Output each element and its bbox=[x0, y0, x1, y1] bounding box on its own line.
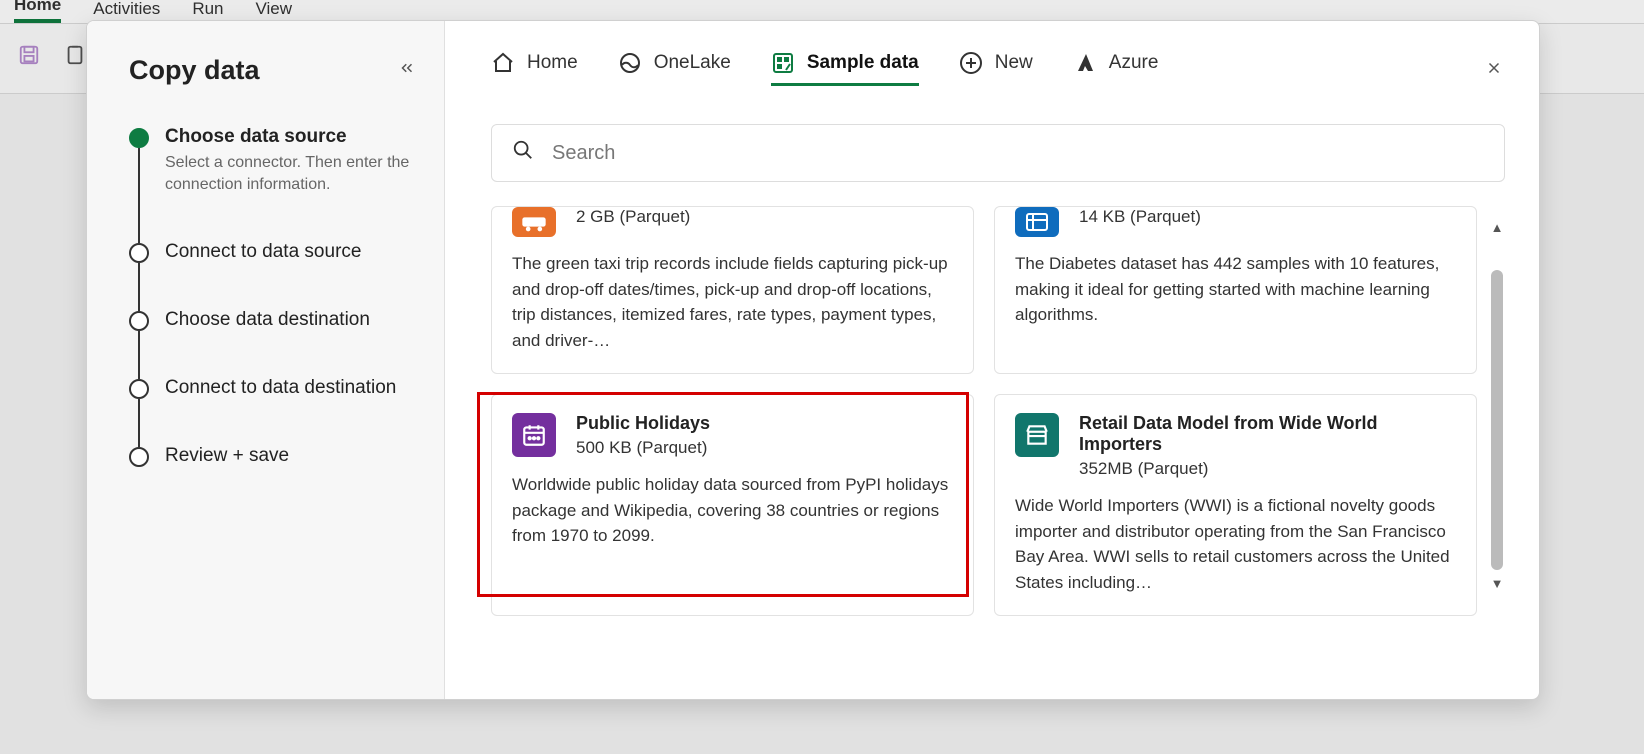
modal-title: Copy data bbox=[129, 55, 260, 86]
search-input[interactable] bbox=[552, 142, 1484, 165]
card-description: Wide World Importers (WWI) is a fictiona… bbox=[1015, 493, 1456, 595]
scrollbar-thumb[interactable] bbox=[1491, 270, 1503, 570]
step-title: Connect to data destination bbox=[165, 377, 396, 399]
card-size: 500 KB (Parquet) bbox=[576, 438, 710, 458]
source-tabs: Home OneLake Sample data New bbox=[491, 51, 1505, 98]
card-scroll-area: 2 GB (Parquet) The green taxi trip recor… bbox=[491, 206, 1505, 699]
main-panel: Home OneLake Sample data New bbox=[445, 21, 1539, 699]
store-icon bbox=[1015, 413, 1059, 457]
step-title: Choose data destination bbox=[165, 309, 370, 331]
step-title: Connect to data source bbox=[165, 241, 361, 263]
step-connect-data-source[interactable]: Connect to data source bbox=[129, 241, 416, 309]
step-connect-data-destination[interactable]: Connect to data destination bbox=[129, 377, 416, 445]
scroll-down-arrow[interactable]: ▼ bbox=[1489, 576, 1505, 591]
tab-label: Home bbox=[527, 52, 578, 74]
step-marker-icon bbox=[129, 447, 149, 467]
tab-label: OneLake bbox=[654, 52, 731, 74]
tab-sample-data[interactable]: Sample data bbox=[771, 51, 919, 83]
card-description: The green taxi trip records include fiel… bbox=[512, 251, 953, 353]
wizard-steps: Choose data source Select a connector. T… bbox=[129, 126, 416, 467]
search-box[interactable] bbox=[491, 124, 1505, 182]
close-button[interactable] bbox=[1485, 59, 1503, 83]
step-choose-data-destination[interactable]: Choose data destination bbox=[129, 309, 416, 377]
card-title: Retail Data Model from Wide World Import… bbox=[1079, 413, 1456, 455]
card-size: 14 KB (Parquet) bbox=[1079, 207, 1201, 227]
step-marker-icon bbox=[129, 311, 149, 331]
home-icon bbox=[491, 51, 515, 75]
tab-label: Azure bbox=[1109, 52, 1159, 74]
step-marker-icon bbox=[129, 128, 149, 148]
sample-card-retail-wwi[interactable]: Retail Data Model from Wide World Import… bbox=[994, 394, 1477, 616]
tab-onelake[interactable]: OneLake bbox=[618, 51, 731, 83]
tab-label: Sample data bbox=[807, 52, 919, 74]
step-choose-data-source[interactable]: Choose data source Select a connector. T… bbox=[129, 126, 416, 241]
search-icon bbox=[512, 139, 534, 167]
step-desc: Select a connector. Then enter the conne… bbox=[165, 152, 416, 195]
step-title: Choose data source bbox=[165, 126, 416, 148]
scroll-up-arrow[interactable]: ▲ bbox=[1489, 220, 1505, 235]
calendar-icon bbox=[512, 413, 556, 457]
tab-home[interactable]: Home bbox=[491, 51, 578, 83]
step-marker-icon bbox=[129, 379, 149, 399]
collapse-sidebar-button[interactable] bbox=[398, 59, 416, 82]
dataset-icon bbox=[512, 207, 556, 237]
sample-card-green-taxi[interactable]: 2 GB (Parquet) The green taxi trip recor… bbox=[491, 206, 974, 374]
tab-label: New bbox=[995, 52, 1033, 74]
step-review-save[interactable]: Review + save bbox=[129, 445, 416, 467]
azure-icon bbox=[1073, 51, 1097, 75]
new-icon bbox=[959, 51, 983, 75]
tab-new[interactable]: New bbox=[959, 51, 1033, 83]
dataset-icon bbox=[1015, 207, 1059, 237]
sample-card-public-holidays[interactable]: Public Holidays 500 KB (Parquet) Worldwi… bbox=[491, 394, 974, 616]
step-marker-icon bbox=[129, 243, 149, 263]
step-title: Review + save bbox=[165, 445, 289, 467]
copy-data-modal: Copy data Choose data source Select a co… bbox=[86, 20, 1540, 700]
card-description: Worldwide public holiday data sourced fr… bbox=[512, 472, 953, 549]
sample-data-icon bbox=[771, 51, 795, 75]
card-size: 2 GB (Parquet) bbox=[576, 207, 690, 227]
card-size: 352MB (Parquet) bbox=[1079, 459, 1456, 479]
tab-azure[interactable]: Azure bbox=[1073, 51, 1159, 83]
card-title: Public Holidays bbox=[576, 413, 710, 434]
card-description: The Diabetes dataset has 442 samples wit… bbox=[1015, 251, 1456, 328]
sample-card-diabetes[interactable]: 14 KB (Parquet) The Diabetes dataset has… bbox=[994, 206, 1477, 374]
onelake-icon bbox=[618, 51, 642, 75]
wizard-sidebar: Copy data Choose data source Select a co… bbox=[87, 21, 445, 699]
